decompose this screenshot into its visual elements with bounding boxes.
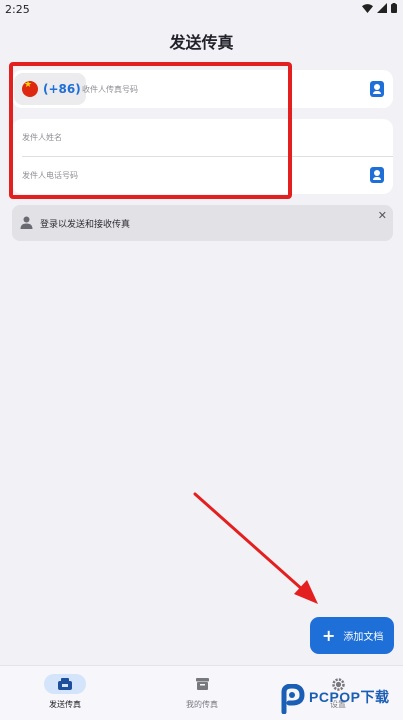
archive-box-icon [195,678,209,690]
nav-icon-wrap [181,674,223,694]
fax-send-icon [58,678,72,690]
annotation-arrow [193,492,318,604]
nav-label-my-fax: 我的传真 [186,700,218,709]
watermark: PCPOP下载 [279,684,403,720]
nav-label-send-fax: 发送传真 [49,700,81,709]
nav-active-indicator [44,674,86,694]
watermark-brand: PCPOP下载 [309,689,390,705]
nav-item-my-fax[interactable]: 我的传真 [157,674,247,710]
nav-item-send-fax[interactable]: 发送传真 [20,674,110,710]
add-document-label: 添加文档 [343,632,384,643]
pcpop-logo-icon [281,684,305,714]
plus-icon: + [322,625,336,645]
add-document-button[interactable]: + 添加文档 [310,617,394,654]
